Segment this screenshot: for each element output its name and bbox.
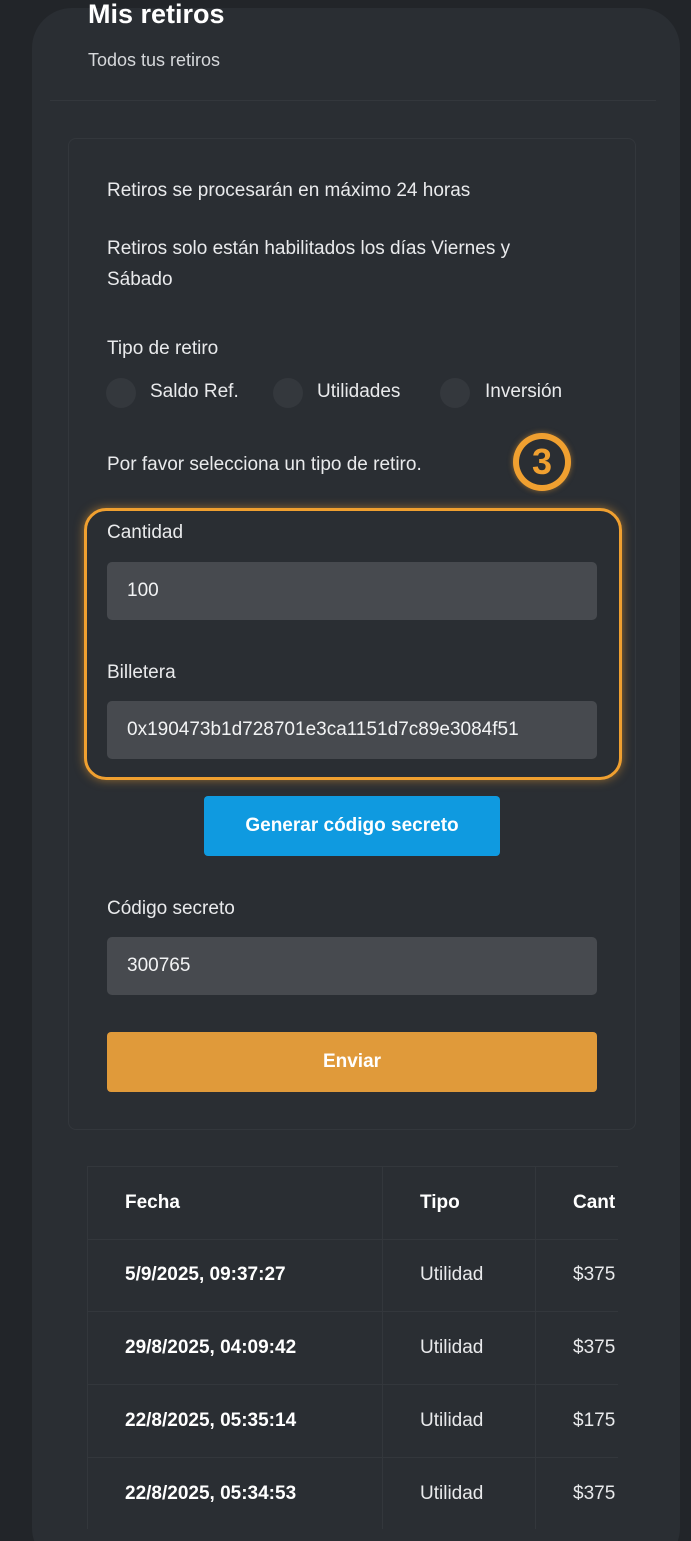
- availability-notice-line1: Retiros solo están habilitados los días …: [107, 238, 511, 259]
- header-cantidad[interactable]: Cant: [573, 1167, 615, 1239]
- table-row: 29/8/2025, 04:09:42 Utilidad $375: [88, 1312, 618, 1385]
- step-number: 3: [519, 439, 565, 485]
- radio-saldo-ref-label[interactable]: Saldo Ref.: [150, 381, 239, 403]
- secret-code-label: Código secreto: [107, 898, 235, 919]
- withdrawals-table: Fecha Tipo Cant 5/9/2025, 09:37:27 Utili…: [87, 1166, 618, 1529]
- row-date: 22/8/2025, 05:35:14: [125, 1410, 297, 1431]
- row-type: Utilidad: [420, 1483, 484, 1504]
- radio-utilidades[interactable]: [273, 378, 303, 408]
- table-header-row: Fecha Tipo Cant: [88, 1167, 618, 1240]
- wallet-label: Billetera: [107, 662, 176, 683]
- generate-secret-code-button[interactable]: Generar código secreto: [204, 796, 500, 856]
- wallet-input[interactable]: 0x190473b1d728701e3ca1151d7c89e3084f51: [107, 701, 597, 759]
- radio-inversion[interactable]: [440, 378, 470, 408]
- header-fecha[interactable]: Fecha: [125, 1167, 180, 1239]
- withdraw-type-label: Tipo de retiro: [107, 338, 219, 359]
- row-date: 22/8/2025, 05:34:53: [125, 1483, 297, 1504]
- submit-button[interactable]: Enviar: [107, 1032, 597, 1092]
- radio-inversion-label[interactable]: Inversión: [485, 381, 562, 403]
- row-amount: $175: [573, 1410, 616, 1431]
- row-date: 29/8/2025, 04:09:42: [125, 1337, 297, 1358]
- row-type: Utilidad: [420, 1337, 484, 1358]
- row-type: Utilidad: [420, 1410, 484, 1431]
- page-subtitle: Todos tus retiros: [88, 50, 221, 70]
- amount-label: Cantidad: [107, 522, 184, 543]
- row-amount: $375: [573, 1483, 616, 1504]
- header-divider: [50, 100, 656, 101]
- row-type: Utilidad: [420, 1264, 484, 1285]
- row-amount: $375: [573, 1337, 616, 1358]
- page: Mis retiros Todos tus retiros Retiros se…: [0, 0, 691, 1541]
- table-row: 22/8/2025, 05:35:14 Utilidad $175: [88, 1385, 618, 1458]
- table-row: 5/9/2025, 09:37:27 Utilidad $375: [88, 1239, 618, 1312]
- step-badge: 3: [513, 433, 571, 491]
- withdraw-type-hint: Por favor selecciona un tipo de retiro.: [107, 454, 422, 475]
- row-date: 5/9/2025, 09:37:27: [125, 1264, 286, 1285]
- table-row: 22/8/2025, 05:34:53 Utilidad $375: [88, 1458, 618, 1529]
- radio-utilidades-label[interactable]: Utilidades: [317, 381, 400, 403]
- radio-saldo-ref[interactable]: [106, 378, 136, 408]
- availability-notice-line2: Sábado: [107, 269, 173, 290]
- amount-input[interactable]: 100: [107, 562, 597, 620]
- processing-notice: Retiros se procesarán en máximo 24 horas: [107, 180, 471, 201]
- header-tipo[interactable]: Tipo: [420, 1167, 460, 1239]
- secret-code-input[interactable]: 300765: [107, 937, 597, 995]
- page-title: Mis retiros: [88, 0, 225, 29]
- row-amount: $375: [573, 1264, 616, 1285]
